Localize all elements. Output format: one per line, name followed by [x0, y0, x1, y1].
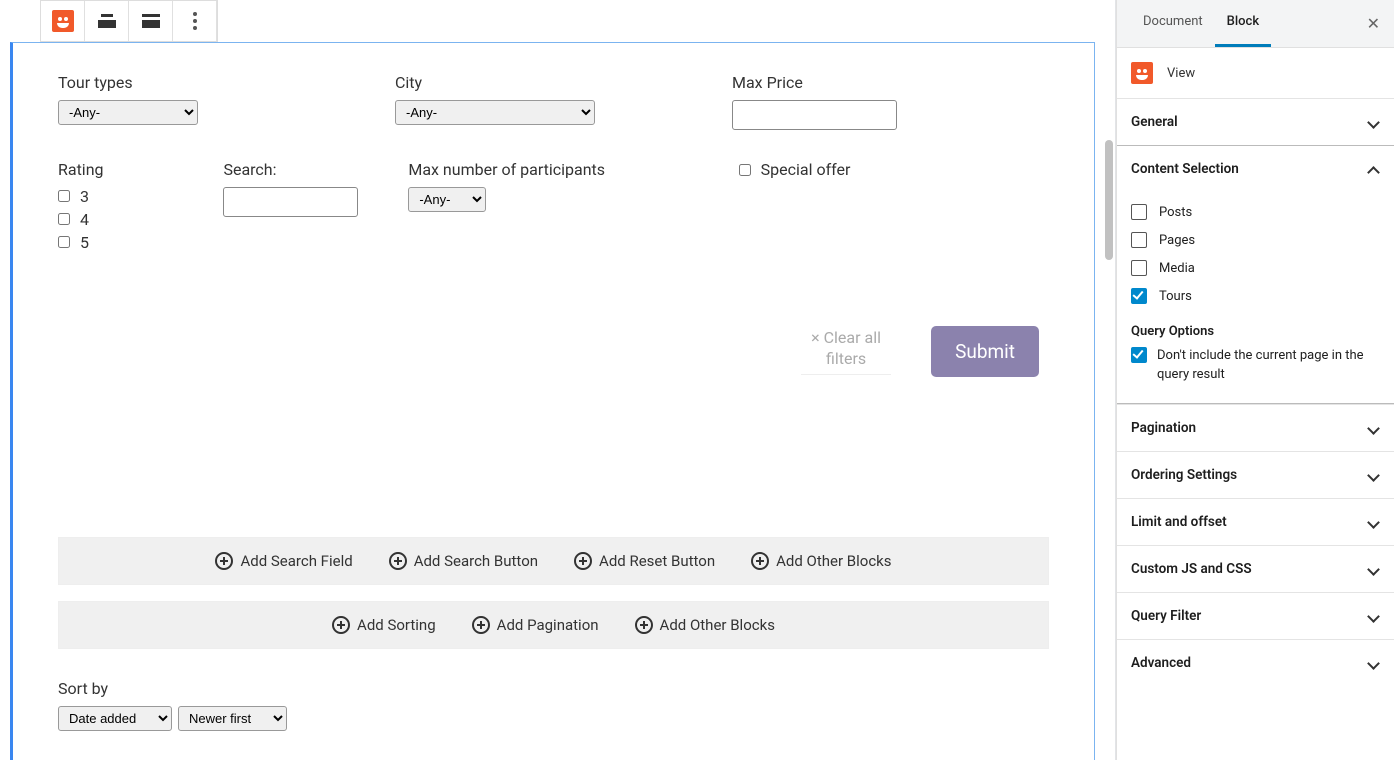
rating-label: Rating: [58, 160, 203, 179]
toolset-views-icon: [52, 10, 74, 32]
panel-ordering-toggle[interactable]: Ordering Settings: [1117, 452, 1394, 498]
editor-canvas: Tour types -Any- City -Any- Max Price: [0, 0, 1116, 760]
city-select[interactable]: -Any-: [395, 100, 595, 125]
checkbox-checked[interactable]: [1131, 347, 1147, 363]
panel-general-toggle[interactable]: General: [1117, 99, 1394, 145]
rating-checkbox-5[interactable]: [58, 236, 70, 248]
content-type-posts[interactable]: Posts: [1131, 198, 1380, 226]
panel-advanced-toggle[interactable]: Advanced: [1117, 640, 1394, 686]
plus-circle-icon: [215, 552, 233, 570]
panel-limit-toggle[interactable]: Limit and offset: [1117, 499, 1394, 545]
sort-by-label: Sort by: [58, 679, 1049, 698]
max-price-label: Max Price: [732, 73, 1049, 92]
close-sidebar-button[interactable]: ✕: [1367, 0, 1394, 47]
sort-field-select[interactable]: Date added: [58, 706, 172, 731]
tab-block[interactable]: Block: [1215, 0, 1271, 47]
add-sorting-bar: Add Sorting Add Pagination Add Other Blo…: [58, 601, 1049, 649]
sidebar-tabs: Document Block ✕: [1117, 0, 1394, 48]
max-participants-label: Max number of participants: [408, 160, 718, 179]
rating-checkbox-3[interactable]: [58, 190, 70, 202]
add-reset-button-button[interactable]: Add Reset Button: [574, 552, 715, 570]
query-options-title: Query Options: [1131, 324, 1380, 339]
panel-advanced: Advanced: [1117, 639, 1394, 686]
align-wide-icon: [98, 14, 116, 28]
chevron-down-icon: [1368, 469, 1380, 481]
panel-limit: Limit and offset: [1117, 498, 1394, 545]
chevron-down-icon: [1368, 516, 1380, 528]
checkbox[interactable]: [1131, 260, 1147, 276]
tour-types-select[interactable]: -Any-: [58, 100, 198, 125]
settings-sidebar: Document Block ✕ View General Content Se…: [1116, 0, 1394, 760]
panel-pagination: Pagination: [1117, 404, 1394, 451]
block-icon-button[interactable]: [41, 1, 85, 41]
ellipsis-vertical-icon: [193, 12, 197, 30]
panel-ordering: Ordering Settings: [1117, 451, 1394, 498]
add-search-field-button[interactable]: Add Search Field: [215, 552, 352, 570]
rating-checkbox-4[interactable]: [58, 213, 70, 225]
block-title: View: [1167, 66, 1195, 81]
panel-query-filter-toggle[interactable]: Query Filter: [1117, 593, 1394, 639]
checkbox-checked[interactable]: [1131, 288, 1147, 304]
search-input[interactable]: [223, 187, 358, 217]
more-options-button[interactable]: [173, 1, 217, 41]
rating-option-3[interactable]: 3: [58, 187, 203, 206]
block-header: View: [1117, 48, 1394, 98]
chevron-down-icon: [1368, 422, 1380, 434]
plus-circle-icon: [635, 616, 653, 634]
exclude-current-option[interactable]: Don't include the current page in the qu…: [1131, 347, 1380, 385]
scrollbar[interactable]: [1105, 140, 1113, 260]
chevron-down-icon: [1368, 610, 1380, 622]
checkbox[interactable]: [1131, 204, 1147, 220]
panel-content-selection: Content Selection Posts Pages Media Tour…: [1117, 145, 1394, 404]
plus-circle-icon: [472, 616, 490, 634]
panel-query-filter: Query Filter: [1117, 592, 1394, 639]
chevron-up-icon: [1368, 163, 1380, 175]
add-other-blocks-button-1[interactable]: Add Other Blocks: [751, 552, 891, 570]
panel-general: General: [1117, 98, 1394, 145]
add-pagination-button[interactable]: Add Pagination: [472, 616, 599, 634]
special-offer-option[interactable]: Special offer: [739, 160, 1049, 179]
close-icon: ✕: [1367, 14, 1380, 33]
sort-direction-select[interactable]: Newer first: [178, 706, 287, 731]
add-sorting-button[interactable]: Add Sorting: [332, 616, 436, 634]
align-full-button[interactable]: [129, 1, 173, 41]
plus-circle-icon: [389, 552, 407, 570]
plus-circle-icon: [332, 616, 350, 634]
clear-filters-link[interactable]: Clear all filters: [801, 328, 891, 375]
chevron-down-icon: [1368, 116, 1380, 128]
panel-jscss: Custom JS and CSS: [1117, 545, 1394, 592]
panel-pagination-toggle[interactable]: Pagination: [1117, 405, 1394, 451]
content-type-pages[interactable]: Pages: [1131, 226, 1380, 254]
panel-content-selection-toggle[interactable]: Content Selection: [1117, 146, 1394, 192]
rating-option-4[interactable]: 4: [58, 210, 203, 229]
align-full-icon: [142, 14, 160, 28]
plus-circle-icon: [751, 552, 769, 570]
add-search-button-button[interactable]: Add Search Button: [389, 552, 538, 570]
tab-document[interactable]: Document: [1131, 0, 1215, 47]
max-participants-select[interactable]: -Any-: [408, 187, 486, 212]
search-label: Search:: [223, 160, 388, 179]
checkbox[interactable]: [1131, 232, 1147, 248]
views-block[interactable]: Tour types -Any- City -Any- Max Price: [10, 42, 1095, 760]
chevron-down-icon: [1368, 657, 1380, 669]
content-type-media[interactable]: Media: [1131, 254, 1380, 282]
toolset-views-icon: [1131, 62, 1153, 84]
submit-button[interactable]: Submit: [931, 326, 1039, 377]
city-label: City: [395, 73, 712, 92]
content-type-tours[interactable]: Tours: [1131, 282, 1380, 310]
block-toolbar: [40, 0, 218, 42]
add-other-blocks-button-2[interactable]: Add Other Blocks: [635, 616, 775, 634]
panel-jscss-toggle[interactable]: Custom JS and CSS: [1117, 546, 1394, 592]
plus-circle-icon: [574, 552, 592, 570]
tour-types-label: Tour types: [58, 73, 375, 92]
special-offer-checkbox[interactable]: [739, 164, 751, 176]
max-price-input[interactable]: [732, 100, 897, 130]
chevron-down-icon: [1368, 563, 1380, 575]
align-wide-button[interactable]: [85, 1, 129, 41]
add-search-bar: Add Search Field Add Search Button Add R…: [58, 537, 1049, 585]
rating-option-5[interactable]: 5: [58, 233, 203, 252]
